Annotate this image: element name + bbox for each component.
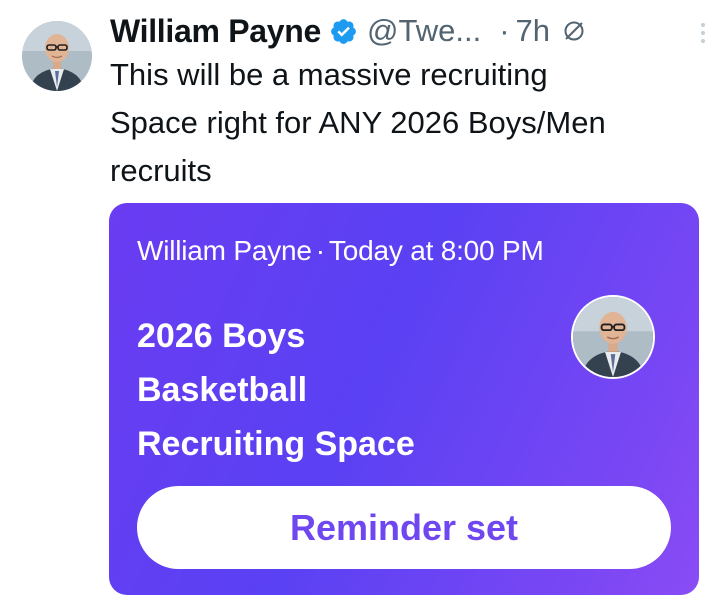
- space-title: 2026 Boys Basketball Recruiting Space: [137, 309, 537, 471]
- space-card[interactable]: William Payne · Today at 8:00 PM 2026 Boys…: [109, 203, 699, 595]
- tweet-text: This will be a massive recruiting Space r…: [110, 51, 700, 195]
- space-title-line: Recruiting Space: [137, 425, 415, 463]
- space-host-avatar[interactable]: [571, 295, 655, 379]
- author-name[interactable]: William Payne: [110, 13, 321, 50]
- space-meta-separator: ·: [315, 235, 325, 266]
- tweet-text-line: This will be a massive recruiting: [110, 57, 548, 92]
- verified-badge-icon[interactable]: [329, 17, 358, 46]
- reminder-set-button[interactable]: Reminder set: [137, 486, 671, 569]
- space-meta: William Payne · Today at 8:00 PM: [137, 235, 544, 267]
- space-title-line: Basketball: [137, 371, 308, 409]
- tweet-text-line: Space right for ANY 2026 Boys/Men: [110, 105, 606, 140]
- space-title-line: 2026 Boys: [137, 317, 306, 355]
- tweet-header: William Payne @Twe... · 7h: [110, 8, 710, 54]
- space-host: William Payne: [137, 235, 312, 266]
- space-schedule: Today at 8:00 PM: [328, 235, 544, 266]
- more-options-icon[interactable]: [690, 20, 716, 46]
- grok-icon[interactable]: [562, 19, 586, 43]
- author-avatar[interactable]: [22, 21, 92, 91]
- author-handle[interactable]: @Twe...: [367, 13, 481, 49]
- header-separator: ·: [499, 13, 510, 48]
- tweet-timestamp[interactable]: 7h: [516, 13, 550, 49]
- tweet-text-line: recruits: [110, 153, 212, 188]
